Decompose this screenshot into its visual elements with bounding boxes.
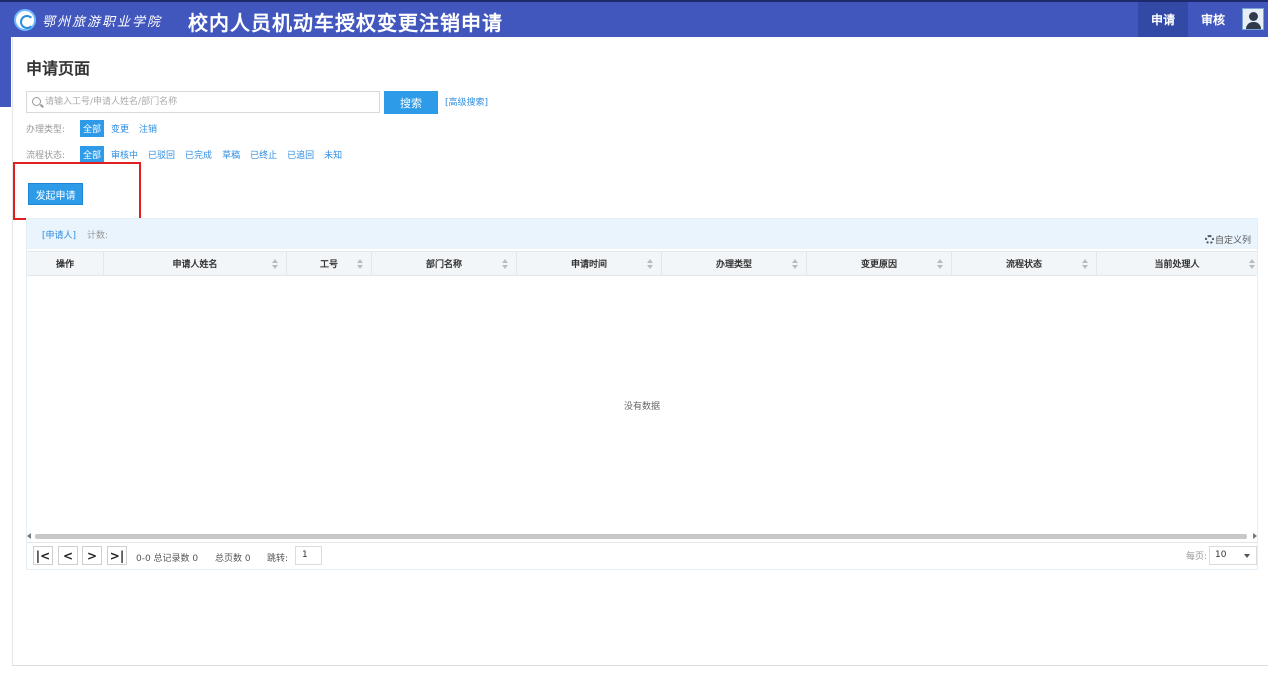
column-header-change-reason[interactable]: 变更原因 — [807, 252, 952, 275]
nav-review[interactable]: 审核 — [1188, 2, 1238, 37]
top-header: 鄂州旅游职业学院 校内人员机动车授权变更注销申请 申请 审核 — [0, 0, 1268, 37]
count-label: 计数: — [87, 231, 109, 241]
filter-status-terminated[interactable]: 已终止 — [247, 146, 280, 163]
start-application-button[interactable]: 发起申请 — [28, 183, 83, 205]
next-page-button[interactable]: > — [82, 546, 102, 565]
sort-icon[interactable] — [1082, 259, 1088, 269]
app-title: 校内人员机动车授权变更注销申请 — [188, 11, 503, 35]
advanced-search-link[interactable]: [高级搜索] — [445, 95, 488, 108]
filter-status-reviewing[interactable]: 审核中 — [108, 146, 141, 163]
filter-type-label: 办理类型: — [26, 125, 66, 135]
filter-status-label: 流程状态: — [26, 151, 66, 161]
prev-page-button[interactable]: < — [58, 546, 78, 565]
table-header: 操作 申请人姓名 工号 部门名称 申请时间 办理类型 变更原因 流程状态 当前处… — [27, 251, 1257, 276]
scroll-left-arrow-icon[interactable] — [27, 533, 31, 539]
filter-status-recalled[interactable]: 已追回 — [284, 146, 317, 163]
sort-icon[interactable] — [1249, 259, 1255, 269]
scrollbar-thumb[interactable] — [35, 534, 1247, 539]
filter-status-completed[interactable]: 已完成 — [182, 146, 215, 163]
sort-icon[interactable] — [272, 259, 278, 269]
left-accent-strip — [0, 37, 11, 107]
grid-caption: [申请人] 计数: 自定义列 — [27, 219, 1257, 249]
first-page-button[interactable]: |< — [33, 546, 53, 565]
filter-type-change[interactable]: 变更 — [108, 120, 132, 137]
sort-icon[interactable] — [357, 259, 363, 269]
column-header-department[interactable]: 部门名称 — [372, 252, 517, 275]
gear-icon — [1204, 235, 1214, 244]
filter-status-unknown[interactable]: 未知 — [321, 146, 345, 163]
custom-columns-label: 自定义列 — [1214, 236, 1251, 246]
filter-type-cancel[interactable]: 注销 — [136, 120, 160, 137]
search-box[interactable] — [26, 91, 380, 113]
column-header-staff-id[interactable]: 工号 — [287, 252, 372, 275]
filter-type-row: 办理类型: 全部 变更 注销 — [26, 120, 164, 137]
jump-label: 跳转: — [267, 554, 289, 564]
column-header-current-handler[interactable]: 当前处理人 — [1097, 252, 1257, 275]
per-page-label: 每页: — [1185, 552, 1207, 562]
school-name: 鄂州旅游职业学院 — [42, 14, 163, 30]
per-page-control: 每页: 10 — [1186, 546, 1257, 565]
jump-page-input[interactable]: 1 — [295, 546, 322, 565]
total-pages-text: 总页数 0 — [215, 554, 251, 564]
filter-type-all[interactable]: 全部 — [80, 120, 105, 137]
horizontal-scrollbar[interactable] — [27, 533, 1257, 540]
data-grid: [申请人] 计数: 自定义列 操作 申请人姓名 工号 部门名称 申请时间 办理类… — [26, 218, 1258, 570]
pagination-bar: |< < > >| 0-0 总记录数 0 总页数 0 跳转: 1 每页: 10 — [27, 542, 1257, 569]
sort-icon[interactable] — [502, 259, 508, 269]
empty-message: 没有数据 — [623, 402, 660, 412]
sort-icon[interactable] — [792, 259, 798, 269]
sort-icon[interactable] — [647, 259, 653, 269]
school-emblem-icon — [14, 9, 36, 31]
last-page-button[interactable]: >| — [107, 546, 127, 565]
user-avatar-icon[interactable] — [1242, 8, 1264, 30]
search-input[interactable] — [45, 94, 375, 110]
school-logo: 鄂州旅游职业学院 — [14, 9, 162, 31]
filter-status-rejected[interactable]: 已驳回 — [145, 146, 178, 163]
page-title: 申请页面 — [26, 59, 91, 78]
column-header-process-status[interactable]: 流程状态 — [952, 252, 1097, 275]
record-range-text: 0-0 总记录数 0 — [136, 554, 199, 564]
column-header-apply-time[interactable]: 申请时间 — [517, 252, 662, 275]
applicant-group-link[interactable]: [申请人] — [42, 228, 76, 241]
search-icon — [32, 97, 41, 106]
nav-apply[interactable]: 申请 — [1137, 2, 1188, 37]
filter-status-draft[interactable]: 草稿 — [219, 146, 243, 163]
top-nav: 申请 审核 — [1137, 2, 1268, 37]
filter-status-row: 流程状态: 全部 审核中 已驳回 已完成 草稿 已终止 已追回 未知 — [26, 146, 349, 163]
column-header-applicant-name[interactable]: 申请人姓名 — [104, 252, 287, 275]
per-page-select[interactable]: 10 — [1209, 546, 1257, 565]
scroll-right-arrow-icon[interactable] — [1253, 533, 1257, 539]
sort-icon[interactable] — [937, 259, 943, 269]
column-header-action: 操作 — [27, 252, 104, 275]
custom-columns-button[interactable]: 自定义列 — [1204, 233, 1251, 246]
filter-status-all[interactable]: 全部 — [80, 146, 105, 163]
search-button[interactable]: 搜索 — [384, 91, 438, 114]
column-header-handle-type[interactable]: 办理类型 — [662, 252, 807, 275]
